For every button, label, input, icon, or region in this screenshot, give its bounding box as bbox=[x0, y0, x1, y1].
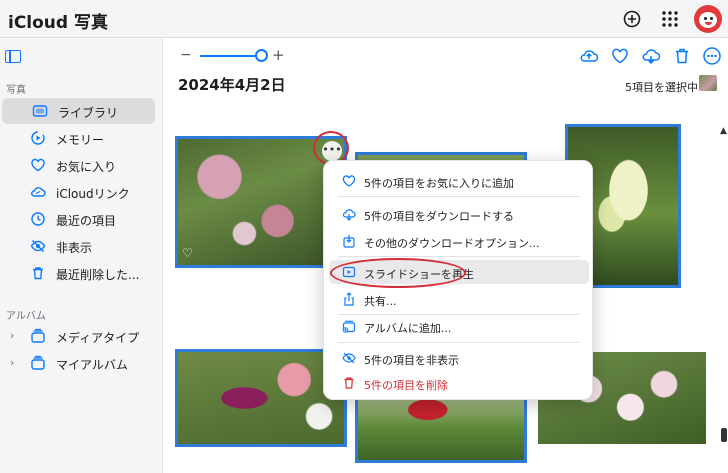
zoom-slider-track[interactable] bbox=[200, 55, 262, 57]
user-avatar[interactable] bbox=[694, 5, 722, 33]
sidebar-item-memories[interactable]: メモリー bbox=[0, 125, 155, 151]
sidebar-item-label: ライブラリ bbox=[58, 106, 119, 120]
zoom-slider-knob[interactable] bbox=[255, 49, 268, 62]
sidebar-toggle-icon[interactable] bbox=[5, 50, 21, 63]
heart-icon bbox=[342, 175, 356, 187]
menu-item-add-favorites[interactable]: 5件の項目をお気に入りに追加 bbox=[324, 169, 594, 193]
menu-item-label: アルバムに追加... bbox=[364, 322, 452, 335]
add-to-album-icon bbox=[342, 320, 356, 333]
album-stack-icon bbox=[31, 328, 45, 343]
heart-icon bbox=[31, 158, 45, 172]
icloud-link-icon bbox=[31, 187, 46, 197]
menu-separator bbox=[338, 342, 580, 343]
trash-icon bbox=[33, 267, 43, 280]
sidebar-item-label: メディアタイプ bbox=[56, 331, 140, 345]
top-bar: iCloud 写真 bbox=[0, 0, 728, 38]
download-icon[interactable] bbox=[641, 46, 661, 66]
menu-item-label: 5件の項目をダウンロードする bbox=[364, 210, 514, 223]
sidebar-item-label: iCloudリンク bbox=[56, 187, 130, 201]
sidebar-item-media-types[interactable]: › メディアタイプ bbox=[0, 323, 155, 349]
section-header-albums: アルバム bbox=[6, 311, 46, 322]
sidebar-item-label: 非表示 bbox=[56, 241, 93, 255]
sidebar-item-label: 最近の項目 bbox=[56, 214, 117, 228]
download-icon bbox=[342, 209, 356, 221]
eye-slash-icon bbox=[342, 352, 356, 364]
menu-item-label: 共有... bbox=[364, 295, 397, 308]
clock-icon bbox=[31, 212, 45, 226]
sidebar-item-label: お気に入り bbox=[56, 160, 117, 174]
menu-item-hide[interactable]: 5件の項目を非表示 bbox=[324, 346, 594, 370]
share-icon bbox=[344, 292, 354, 306]
download-options-icon bbox=[343, 235, 355, 248]
photo-thumbnail[interactable] bbox=[355, 390, 527, 463]
sidebar: 写真 ライブラリ メモリー お気に入り iCloudリンク 最近の項目 非表示 … bbox=[0, 39, 163, 473]
sidebar-item-recently-deleted[interactable]: 最近削除した... bbox=[0, 260, 155, 286]
library-icon bbox=[32, 105, 48, 117]
favorite-icon[interactable] bbox=[610, 46, 630, 66]
menu-item-label: その他のダウンロードオプション... bbox=[364, 237, 540, 250]
scroll-up-icon[interactable]: ▲ bbox=[720, 126, 727, 136]
memories-icon bbox=[31, 131, 45, 145]
selection-thumbnail[interactable] bbox=[699, 75, 717, 91]
more-icon[interactable] bbox=[702, 46, 722, 66]
sidebar-item-label: マイアルバム bbox=[56, 358, 128, 372]
menu-item-share[interactable]: 共有... bbox=[324, 287, 594, 311]
app-grid-icon[interactable] bbox=[660, 9, 680, 29]
menu-item-label: 5件の項目を非表示 bbox=[364, 354, 459, 367]
trash-icon[interactable] bbox=[672, 46, 692, 66]
sidebar-item-label: 最近削除した... bbox=[56, 268, 140, 282]
menu-item-label: 5件の項目をお気に入りに追加 bbox=[364, 177, 514, 190]
app-title: iCloud 写真 bbox=[8, 13, 108, 33]
sidebar-item-my-albums[interactable]: › マイアルバム bbox=[0, 350, 155, 376]
scrollbar-thumb[interactable] bbox=[721, 428, 727, 442]
menu-item-delete[interactable]: 5件の項目を削除 bbox=[324, 371, 594, 395]
favorite-badge-icon: ♡ bbox=[182, 246, 193, 260]
sidebar-item-library[interactable]: ライブラリ bbox=[2, 98, 155, 124]
sidebar-item-icloud-link[interactable]: iCloudリンク bbox=[0, 179, 155, 205]
sidebar-item-hidden[interactable]: 非表示 bbox=[0, 233, 155, 259]
annotation-circle bbox=[330, 258, 466, 288]
menu-separator bbox=[338, 196, 580, 197]
zoom-in-button[interactable]: + bbox=[272, 46, 285, 64]
menu-item-download-options[interactable]: その他のダウンロードオプション... bbox=[324, 229, 594, 253]
date-section-title: 2024年4月2日 bbox=[178, 76, 286, 94]
add-icon[interactable] bbox=[622, 9, 642, 29]
photo-thumbnail[interactable] bbox=[175, 349, 347, 447]
sidebar-item-recents[interactable]: 最近の項目 bbox=[0, 206, 155, 232]
chevron-right-icon[interactable]: › bbox=[10, 329, 14, 342]
eye-slash-icon bbox=[30, 240, 46, 252]
sidebar-item-label: メモリー bbox=[56, 133, 105, 147]
chevron-right-icon[interactable]: › bbox=[10, 356, 14, 369]
album-stack-icon bbox=[31, 355, 45, 370]
trash-icon bbox=[344, 377, 354, 389]
menu-item-label: 5件の項目を削除 bbox=[364, 379, 448, 392]
menu-item-download[interactable]: 5件の項目をダウンロードする bbox=[324, 202, 594, 226]
menu-item-add-to-album[interactable]: アルバムに追加... bbox=[324, 314, 594, 338]
sidebar-item-favorites[interactable]: お気に入り bbox=[0, 152, 155, 178]
menu-separator bbox=[338, 256, 580, 257]
selection-count: 5項目を選択中 bbox=[625, 81, 698, 94]
app-brand[interactable]: iCloud 写真 bbox=[6, 8, 108, 33]
upload-icon[interactable] bbox=[579, 46, 599, 66]
zoom-out-button[interactable]: − bbox=[180, 47, 192, 63]
section-header-photos: 写真 bbox=[6, 85, 26, 96]
